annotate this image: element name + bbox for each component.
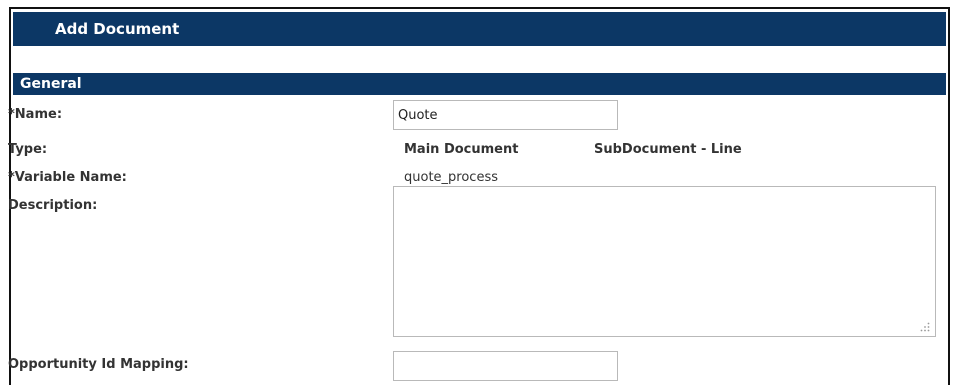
section-header-general: General <box>13 73 946 95</box>
type-label: Type: <box>8 142 48 157</box>
description-textarea[interactable] <box>393 186 936 337</box>
opportunity-id-mapping-label: Opportunity Id Mapping: <box>8 357 189 372</box>
name-input[interactable] <box>393 100 618 130</box>
variable-name-label: *Variable Name: <box>8 170 127 185</box>
description-label: Description: <box>8 198 98 213</box>
name-label: *Name: <box>8 107 63 122</box>
type-option-subdocument-line[interactable]: SubDocument - Line <box>594 142 742 157</box>
opportunity-id-mapping-input[interactable] <box>393 351 618 381</box>
page-title: Add Document <box>13 12 946 46</box>
type-option-main-document[interactable]: Main Document <box>404 142 518 157</box>
resize-grip-icon[interactable] <box>920 322 930 332</box>
variable-name-value: quote_process <box>404 170 498 185</box>
